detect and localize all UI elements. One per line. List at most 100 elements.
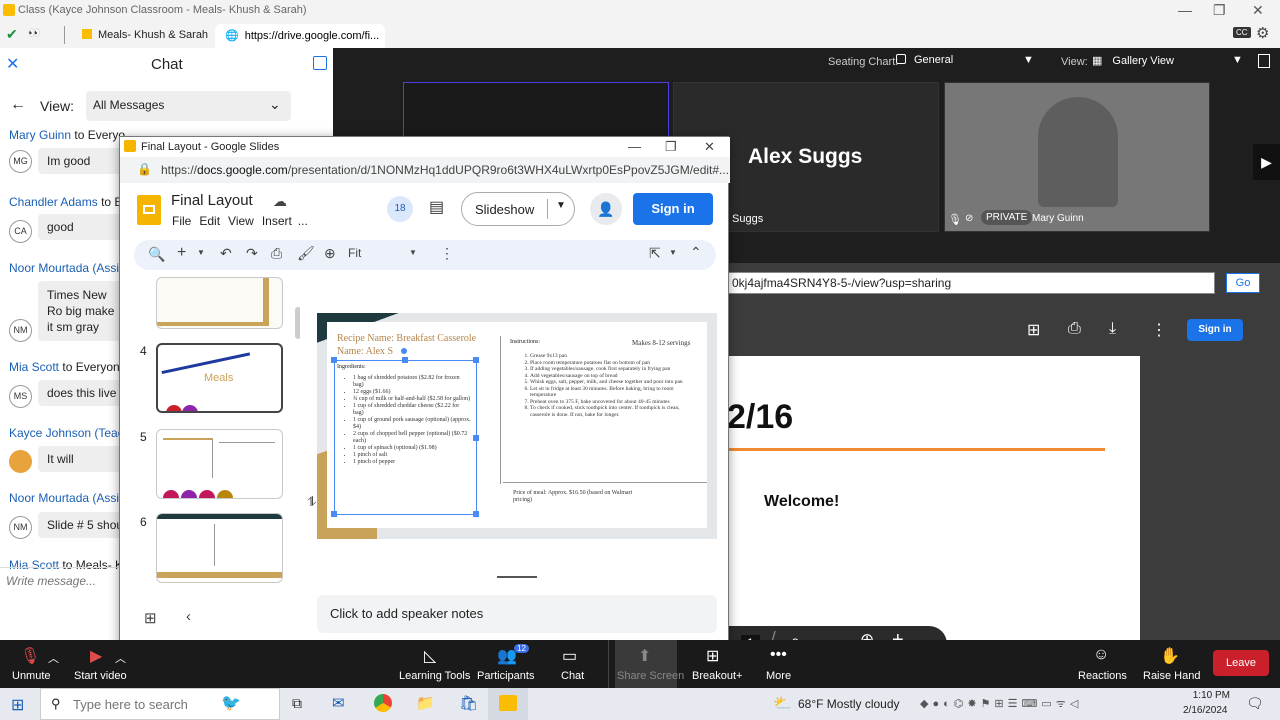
taskbar-active-app[interactable] (488, 688, 528, 720)
redo-icon[interactable]: ↷ (246, 245, 258, 262)
video-off-icon[interactable]: ▶︎ (90, 646, 102, 666)
search-icon[interactable]: 🔍 (148, 246, 165, 263)
task-view-icon[interactable]: ⧉ (292, 695, 302, 712)
system-tray-icons[interactable]: ◆●◐⌬✸⚑⊞☰⌨▭ᯤ◁ (920, 696, 1082, 711)
view-select[interactable]: ▦ Gallery View ▼ (1092, 54, 1247, 72)
chevron-down-icon[interactable]: ▼ (409, 248, 417, 257)
cc-icon[interactable]: CC (1233, 27, 1251, 38)
taskbar-search-box[interactable]: ⚲ 🐦 (40, 688, 280, 720)
reactions-icon[interactable]: ☺ (1093, 646, 1109, 664)
toggle-panel-icon[interactable]: ⥮ (307, 494, 316, 510)
weather-text[interactable]: 68°F Mostly cloudy (798, 697, 900, 711)
chevron-down-icon[interactable]: ▼ (197, 248, 205, 257)
resize-handle[interactable] (473, 435, 479, 441)
slide-thumbnail-4[interactable]: Meals (156, 343, 283, 413)
ingredients-textbox[interactable]: Ingredients: 1 bag of shredded potatoes … (331, 357, 479, 517)
clock-date[interactable]: 2/16/2024 (1183, 705, 1228, 716)
comments-icon[interactable]: ▤ (429, 197, 444, 217)
learning-tools-button[interactable]: Learning Tools (399, 670, 470, 682)
share-person-add-icon[interactable]: 👤 (590, 193, 622, 225)
store-icon[interactable]: 🛍 (459, 694, 478, 712)
video-tile-mary[interactable]: 🎙 ⊘ PRIVATE Mary Guinn (944, 82, 1210, 232)
taskbar-search-input[interactable] (73, 695, 213, 713)
notes-resize-handle[interactable] (497, 576, 537, 578)
popout-icon[interactable] (1258, 54, 1270, 68)
share-screen-button[interactable]: Share Screen (617, 670, 684, 682)
participants-button[interactable]: Participants (477, 670, 534, 682)
reactions-button[interactable]: Reactions (1078, 670, 1127, 682)
unmute-button[interactable]: Unmute (12, 670, 51, 682)
slide-canvas[interactable]: Recipe Name: Breakfast Casserole Name: A… (317, 313, 717, 539)
grid-view-icon[interactable]: ⊞ (144, 609, 157, 627)
resize-handle[interactable] (473, 357, 479, 363)
menu-insert[interactable]: Insert (262, 214, 292, 228)
resize-handle[interactable] (331, 511, 337, 517)
close-icon[interactable]: ✕ (1252, 2, 1264, 19)
raise-hand-button[interactable]: Raise Hand (1143, 670, 1200, 682)
zoom-icon[interactable]: ⊕ (324, 245, 336, 262)
select-cursor-icon[interactable]: ⇱ (649, 245, 661, 262)
mic-muted-icon[interactable]: 🎙 (20, 646, 40, 666)
print-icon[interactable]: ⎙ (271, 245, 282, 262)
chat-bubble-icon[interactable]: ▭ (562, 646, 577, 666)
leave-button[interactable]: Leave (1213, 650, 1269, 676)
chat-view-select[interactable]: All Messages ⌄ (86, 91, 291, 121)
maximize-icon[interactable]: ❐ (665, 139, 677, 155)
doc-title[interactable]: Final Layout (171, 192, 253, 209)
raise-hand-icon[interactable]: ✋ (1160, 646, 1180, 666)
speaker-notes[interactable]: Click to add speaker notes (317, 595, 717, 633)
resize-handle[interactable] (473, 511, 479, 517)
popout-chat-icon[interactable] (313, 56, 327, 70)
chat-button[interactable]: Chat (561, 670, 584, 682)
slide-thumbnail-3[interactable] (156, 277, 283, 329)
undo-icon[interactable]: ↶ (220, 245, 232, 262)
chevron-up-icon[interactable]: ︿ (115, 650, 126, 666)
maximize-icon[interactable]: ❐ (1213, 2, 1226, 19)
more-vert-icon[interactable]: ⋮ (440, 245, 454, 262)
tab-drive[interactable]: 🌐 https://drive.google.com/fi... (215, 24, 385, 48)
slide-thumbnail-5[interactable] (156, 429, 283, 499)
chrome-icon[interactable] (374, 694, 392, 712)
collapse-panel-icon[interactable]: ‹ (186, 608, 191, 625)
menu-view[interactable]: View (228, 214, 254, 228)
learning-tools-icon[interactable]: ◺ (424, 646, 436, 666)
breakout-icon[interactable]: ⊞ (706, 646, 719, 666)
slides-url-bar[interactable]: 🔒 https://docs.google.com/presentation/d… (120, 157, 730, 183)
rotate-handle[interactable] (401, 348, 407, 354)
breakout-button[interactable]: Breakout+ (692, 670, 742, 682)
resize-handle[interactable] (402, 357, 408, 363)
menu-more[interactable]: ... (298, 214, 308, 228)
filmstrip[interactable]: 4 Meals 5 6 (120, 277, 300, 587)
slides-logo-icon[interactable] (137, 195, 161, 225)
start-video-button[interactable]: Start video (74, 670, 127, 682)
mail-icon[interactable]: ✉ (332, 694, 345, 712)
seating-chart-select[interactable]: General ▼ (896, 54, 1040, 72)
more-icon[interactable]: ••• (770, 646, 787, 664)
filmstrip-scrollbar[interactable] (295, 307, 300, 339)
minimize-icon[interactable]: — (1178, 2, 1192, 18)
new-slide-icon[interactable]: + (177, 244, 186, 262)
chevron-down-icon[interactable]: ▼ (669, 248, 677, 257)
close-icon[interactable]: ✕ (704, 139, 715, 155)
close-chat-icon[interactable]: ✕ (6, 54, 19, 74)
eyes-icon[interactable]: 👀 (28, 28, 40, 39)
notification-icon[interactable]: 🗨 (1246, 695, 1264, 712)
tab-meals[interactable]: Meals- Khush & Sarah (72, 24, 218, 48)
minimize-icon[interactable]: — (628, 139, 641, 154)
zoom-select[interactable]: Fit (348, 246, 361, 260)
resize-handle[interactable] (331, 357, 337, 363)
slide-thumbnail-6[interactable] (156, 513, 283, 583)
next-page-arrow[interactable]: ▶ (1253, 144, 1280, 180)
slides-signin-button[interactable]: Sign in (633, 193, 713, 225)
share-screen-icon[interactable]: ⬆ (638, 646, 651, 666)
gear-icon[interactable]: ⚙ (1256, 24, 1269, 42)
chevron-down-icon[interactable]: ▼ (556, 200, 566, 211)
menu-edit[interactable]: Edit (199, 214, 220, 228)
chevron-up-icon[interactable]: ︿ (48, 650, 59, 666)
back-arrow-icon[interactable]: ← (10, 96, 26, 114)
shield-check-icon[interactable]: ✔ (6, 26, 18, 43)
chevron-up-icon[interactable]: ⌃ (690, 244, 702, 261)
paint-format-icon[interactable]: 🖌 (297, 245, 315, 262)
menu-file[interactable]: File (172, 214, 191, 228)
weather-icon[interactable]: ⛅ (773, 694, 792, 712)
